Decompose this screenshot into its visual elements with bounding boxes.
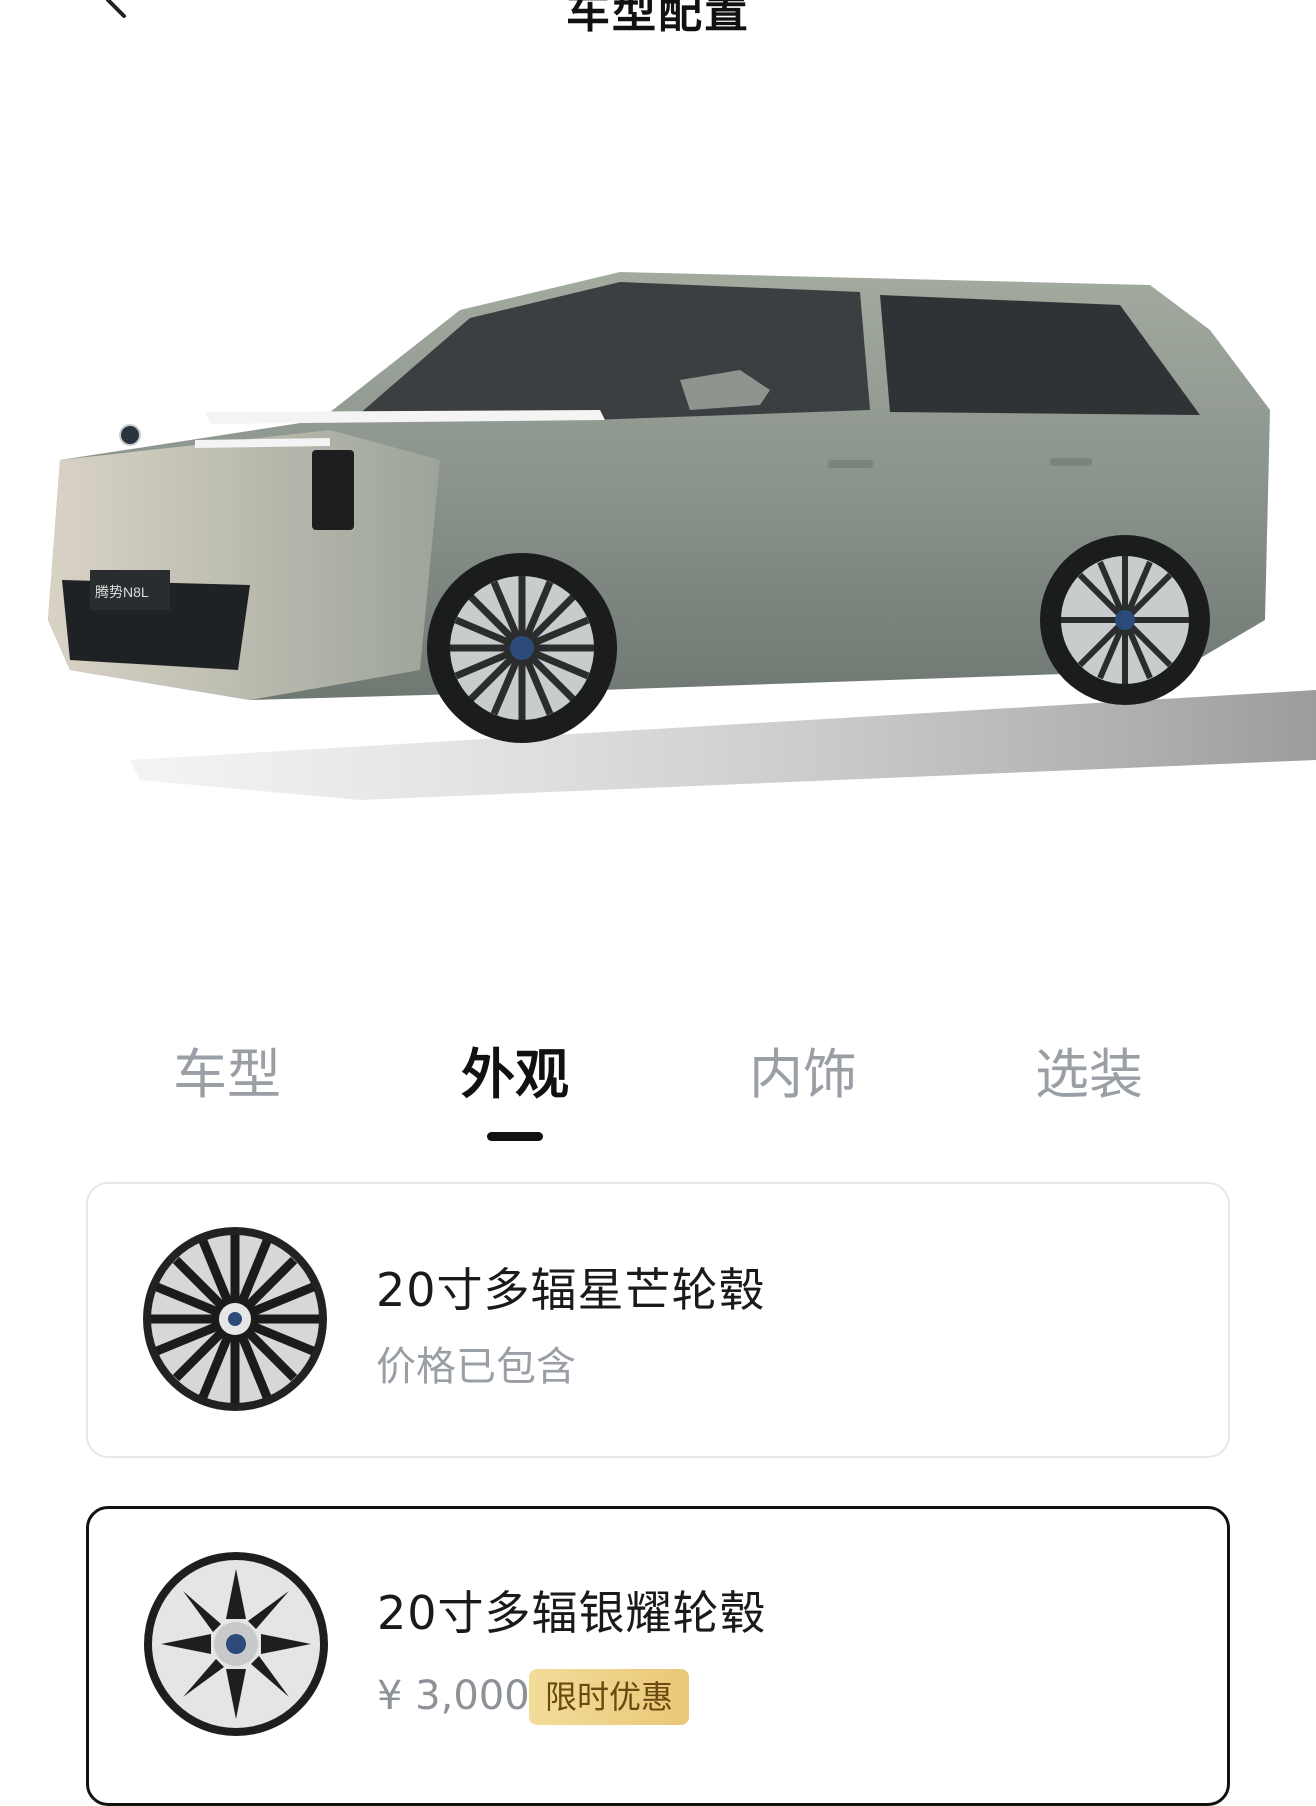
wheel-option-card-selected[interactable]: 20寸多辐银耀轮毂 ¥ 3,000 限时优惠 [86, 1506, 1230, 1806]
front-wheel [427, 553, 617, 743]
wheel-star-icon [143, 1227, 327, 1411]
car-hero-image: 腾势N8L [0, 200, 1316, 840]
page-title: 车型配置 [566, 0, 750, 38]
promo-badge: 限时优惠 [529, 1669, 690, 1725]
wheel-option-card[interactable]: 20寸多辐星芒轮毂 价格已包含 [86, 1182, 1230, 1458]
top-bar: 车型配置 [0, 0, 1316, 40]
car-shadow [130, 690, 1316, 800]
option-price: ¥ 3,000 [377, 1673, 530, 1719]
wheel-silver-icon [144, 1552, 328, 1736]
tab-exterior[interactable]: 外观 [415, 1030, 615, 1120]
car-exterior-image: 腾势N8L [48, 272, 1316, 800]
rear-wheel [1040, 535, 1210, 705]
tab-interior[interactable]: 内饰 [703, 1030, 903, 1120]
tab-options[interactable]: 选装 [989, 1030, 1189, 1120]
tab-active-indicator [487, 1132, 543, 1141]
config-tabs: 车型 外观 内饰 选装 [0, 1030, 1316, 1150]
option-price-included: 价格已包含 [376, 1344, 576, 1390]
car-badge-text: 腾势N8L [95, 584, 149, 600]
option-name: 20寸多辐银耀轮毂 [377, 1586, 767, 1640]
option-name: 20寸多辐星芒轮毂 [376, 1263, 766, 1317]
tab-model[interactable]: 车型 [127, 1030, 327, 1120]
